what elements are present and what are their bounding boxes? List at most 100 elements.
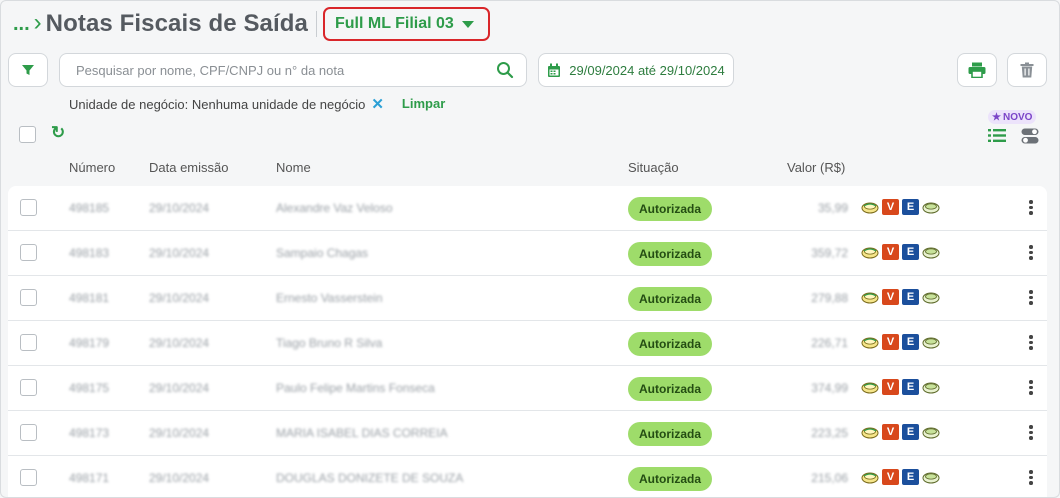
e-icon[interactable]: E xyxy=(902,289,919,305)
pen-cable-icon[interactable] xyxy=(861,200,879,214)
row-name: Alexandre Vaz Veloso xyxy=(276,201,393,215)
new-feature-badge: ★ NOVO xyxy=(988,110,1037,124)
clear-filters-link[interactable]: Limpar xyxy=(402,96,445,111)
more-options-icon[interactable] xyxy=(1029,425,1033,440)
list-view-icon[interactable] xyxy=(988,128,1006,148)
breadcrumb[interactable]: ... › xyxy=(13,9,42,37)
row-value: 226,71 xyxy=(811,336,848,350)
pen-cable-icon[interactable] xyxy=(861,245,879,259)
e-icon[interactable]: E xyxy=(902,424,919,440)
e-icon[interactable]: E xyxy=(902,334,919,350)
page-title: Notas Fiscais de Saída xyxy=(45,10,308,37)
status-badge: Autorizada xyxy=(628,377,713,401)
v-icon[interactable]: V xyxy=(882,244,899,260)
active-filters: Unidade de negócio: Nenhuma unidade de n… xyxy=(69,95,445,114)
more-options-icon[interactable] xyxy=(1029,470,1033,485)
e-icon[interactable]: E xyxy=(902,379,919,395)
row-checkbox[interactable] xyxy=(20,469,37,486)
select-all-checkbox[interactable] xyxy=(19,126,36,143)
branch-selector-label: Full ML Filial 03 xyxy=(334,15,454,32)
search-icon[interactable] xyxy=(496,61,514,79)
column-header-number[interactable]: Número xyxy=(69,160,115,175)
table-row[interactable]: 498185 29/10/2024 Alexandre Vaz Veloso A… xyxy=(8,186,1047,231)
status-badge: Autorizada xyxy=(628,242,713,266)
v-icon[interactable]: V xyxy=(882,424,899,440)
row-icons: V E xyxy=(861,289,940,305)
row-number: 498171 xyxy=(69,471,110,485)
date-range-button[interactable]: 29/09/2024 até 29/10/2024 xyxy=(538,53,734,87)
v-icon[interactable]: V xyxy=(882,334,899,350)
mint-bowl-icon[interactable] xyxy=(922,200,940,214)
row-checkbox[interactable] xyxy=(20,424,37,441)
column-header-value[interactable]: Valor (R$) xyxy=(787,160,845,175)
row-icons: V E xyxy=(861,199,940,215)
row-checkbox[interactable] xyxy=(20,199,37,216)
row-date: 29/10/2024 xyxy=(149,381,210,395)
more-options-icon[interactable] xyxy=(1029,335,1033,350)
more-options-icon[interactable] xyxy=(1029,245,1033,260)
branch-selector[interactable]: Full ML Filial 03 xyxy=(322,7,490,41)
v-icon[interactable]: V xyxy=(882,199,899,215)
row-checkbox[interactable] xyxy=(20,244,37,261)
filter-icon xyxy=(22,65,34,75)
more-options-icon[interactable] xyxy=(1029,200,1033,215)
search-input[interactable]: Pesquisar por nome, CPF/CNPJ ou n° da no… xyxy=(59,53,527,87)
row-name: MARIA ISABEL DIAS CORREIA xyxy=(276,426,448,440)
print-button[interactable] xyxy=(957,53,997,87)
row-name: DOUGLAS DONIZETE DE SOUZA xyxy=(276,471,464,485)
row-checkbox[interactable] xyxy=(20,334,37,351)
column-header-date[interactable]: Data emissão xyxy=(149,160,228,175)
more-options-icon[interactable] xyxy=(1029,380,1033,395)
more-options-icon[interactable] xyxy=(1029,290,1033,305)
breadcrumb-ellipsis[interactable]: ... xyxy=(13,13,30,36)
pen-cable-icon[interactable] xyxy=(861,470,879,484)
pen-cable-icon[interactable] xyxy=(861,380,879,394)
e-icon[interactable]: E xyxy=(902,199,919,215)
row-number: 498181 xyxy=(69,291,110,305)
mint-bowl-icon[interactable] xyxy=(922,380,940,394)
pen-cable-icon[interactable] xyxy=(861,290,879,304)
row-date: 29/10/2024 xyxy=(149,471,210,485)
refresh-icon[interactable]: ↻ xyxy=(51,123,65,143)
mint-bowl-icon[interactable] xyxy=(922,290,940,304)
table-row[interactable]: 498171 29/10/2024 DOUGLAS DONIZETE DE SO… xyxy=(8,456,1047,497)
remove-filter-icon[interactable]: ✕ xyxy=(371,95,384,113)
column-header-status[interactable]: Situação xyxy=(628,160,679,175)
table-row[interactable]: 498181 29/10/2024 Ernesto Vasserstein Au… xyxy=(8,276,1047,321)
mint-bowl-icon[interactable] xyxy=(922,425,940,439)
mint-bowl-icon[interactable] xyxy=(922,245,940,259)
v-icon[interactable]: V xyxy=(882,379,899,395)
row-date: 29/10/2024 xyxy=(149,336,210,350)
row-date: 29/10/2024 xyxy=(149,201,210,215)
mint-bowl-icon[interactable] xyxy=(922,470,940,484)
table-row[interactable]: 498183 29/10/2024 Sampaio Chagas Autoriz… xyxy=(8,231,1047,276)
toggle-view-icon[interactable] xyxy=(1021,128,1039,149)
table-row[interactable]: 498175 29/10/2024 Paulo Felipe Martins F… xyxy=(8,366,1047,411)
row-value: 35,99 xyxy=(817,201,848,215)
row-date: 29/10/2024 xyxy=(149,246,210,260)
v-icon[interactable]: V xyxy=(882,469,899,485)
table-row[interactable]: 498173 29/10/2024 MARIA ISABEL DIAS CORR… xyxy=(8,411,1047,456)
star-icon: ★ xyxy=(992,111,1001,123)
filter-button[interactable] xyxy=(8,53,48,87)
row-icons: V E xyxy=(861,424,940,440)
e-icon[interactable]: E xyxy=(902,244,919,260)
v-icon[interactable]: V xyxy=(882,289,899,305)
row-number: 498179 xyxy=(69,336,110,350)
table-row[interactable]: 498179 29/10/2024 Tiago Bruno R Silva Au… xyxy=(8,321,1047,366)
e-icon[interactable]: E xyxy=(902,469,919,485)
chevron-right-icon: › xyxy=(33,9,42,36)
trash-icon xyxy=(1020,62,1034,78)
column-header-name[interactable]: Nome xyxy=(276,160,311,175)
invoice-table: 498185 29/10/2024 Alexandre Vaz Veloso A… xyxy=(8,186,1047,497)
mint-bowl-icon[interactable] xyxy=(922,335,940,349)
row-value: 223,25 xyxy=(811,426,848,440)
row-value: 374,99 xyxy=(811,381,848,395)
pen-cable-icon[interactable] xyxy=(861,335,879,349)
delete-button[interactable] xyxy=(1007,53,1047,87)
row-number: 498183 xyxy=(69,246,110,260)
row-checkbox[interactable] xyxy=(20,379,37,396)
row-icons: V E xyxy=(861,469,940,485)
pen-cable-icon[interactable] xyxy=(861,425,879,439)
row-checkbox[interactable] xyxy=(20,289,37,306)
